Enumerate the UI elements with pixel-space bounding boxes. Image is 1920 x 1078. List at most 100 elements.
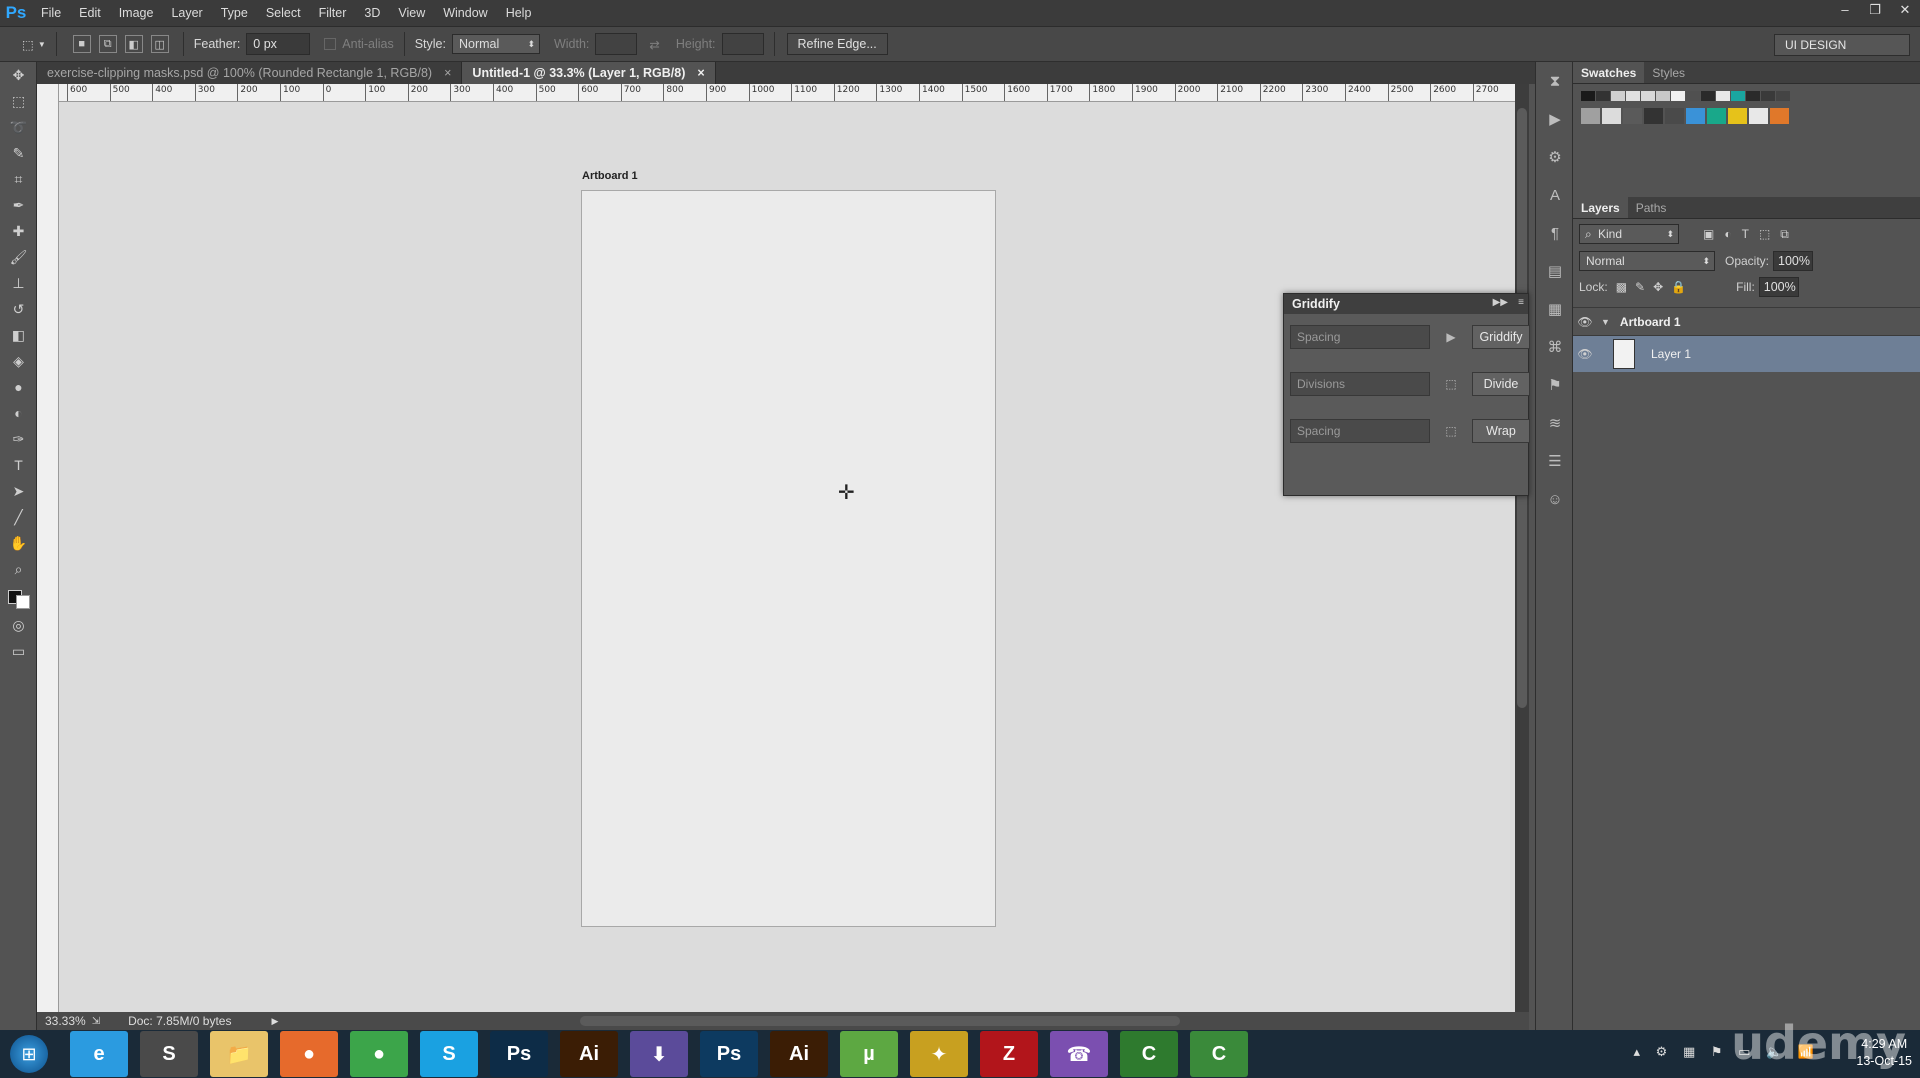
filter-type-icon[interactable]: T [1742,227,1749,241]
tab-exercise-clipping-masks[interactable]: exercise-clipping masks.psd @ 100% (Roun… [37,62,463,84]
subtract-selection-icon[interactable]: ◧ [124,35,143,53]
paint-bucket-icon[interactable]: ◈ [0,348,37,374]
color-swatch[interactable] [1581,91,1595,101]
marquee-tool-preset[interactable]: ⬚ ▼ [22,37,46,52]
color-swatch[interactable] [1761,91,1775,101]
color-swatch[interactable] [1671,91,1685,101]
actions-icon[interactable]: ▶ [1536,100,1574,138]
artboard[interactable] [581,190,996,927]
wrap-spacing-input[interactable]: Spacing [1290,419,1430,443]
wrap-button[interactable]: Wrap [1472,419,1530,443]
color-swatch[interactable] [1644,108,1663,124]
lock-transparency-icon[interactable]: ▩ [1616,280,1627,294]
divide-button[interactable]: Divide [1472,372,1530,396]
taskbar-app-file-explorer[interactable]: 📁 [210,1031,268,1077]
divisions-input[interactable]: Divisions [1290,372,1430,396]
griddify-button[interactable]: Griddify [1472,325,1530,349]
taskbar-app-download[interactable]: ⬇ [630,1031,688,1077]
zoom-level[interactable]: 33.33% [45,1014,86,1028]
blend-mode-select[interactable]: Normal [1579,251,1715,271]
visibility-eye-icon[interactable]: 👁 [1573,347,1597,361]
antialias-checkbox[interactable] [324,38,337,50]
taskbar-app-illustrator-2[interactable]: Ai [770,1031,828,1077]
filter-smart-object-icon[interactable]: ⧉ [1780,227,1789,242]
menu-image[interactable]: Image [110,0,163,27]
tab-styles[interactable]: Styles [1644,62,1693,83]
color-swatch[interactable] [1656,91,1670,101]
filter-adjustment-icon[interactable]: ◐ [1724,227,1731,241]
minimize-icon[interactable]: – [1830,0,1860,20]
taskbar-app-photoshop-active[interactable]: Ps [700,1031,758,1077]
filter-shape-icon[interactable]: ⬚ [1759,227,1770,241]
panel-menu-icon[interactable]: ≡ [1518,297,1524,308]
pen-tool-icon[interactable]: ✑ [0,426,37,452]
tab-swatches[interactable]: Swatches [1573,62,1645,83]
dodge-tool-icon[interactable]: ◐ [0,400,37,426]
marquee-tool-icon[interactable]: ⬚ [0,88,37,114]
color-swatch[interactable] [1596,91,1610,101]
layer-filter-select[interactable]: ⌕ Kind [1579,224,1679,244]
menu-window[interactable]: Window [434,0,496,27]
move-tool-icon[interactable]: ✥ [0,62,37,88]
zoom-tool-icon[interactable]: ⌕ [0,556,37,582]
layer-row-layer1[interactable]: 👁 Layer 1 [1573,336,1920,372]
griddify-extension-icon[interactable]: ▦ [1536,290,1574,328]
wrap-toggle-icon[interactable]: ⬚ [1440,420,1462,442]
opacity-input[interactable]: 100% [1773,251,1814,271]
brush-tool-icon[interactable]: 🖌 [0,244,37,270]
horizontal-scrollbar[interactable] [580,1016,1180,1026]
history-brush-icon[interactable]: ↺ [0,296,37,322]
stack-icon[interactable]: ☰ [1536,442,1574,480]
menu-layer[interactable]: Layer [162,0,211,27]
tab-layers[interactable]: Layers [1573,197,1628,218]
taskbar-app-camtasia[interactable]: C [1120,1031,1178,1077]
taskbar-app-firefox[interactable]: ● [280,1031,338,1077]
menu-view[interactable]: View [389,0,434,27]
swap-icon[interactable]: ⇄ [649,37,659,52]
color-swatch[interactable] [1776,91,1790,101]
new-selection-icon[interactable]: ■ [72,35,91,53]
color-swatch[interactable] [1707,108,1726,124]
eyedropper-tool-icon[interactable]: ✒ [0,192,37,218]
tab-untitled-1[interactable]: Untitled-1 @ 33.3% (Layer 1, RGB/8) × [462,62,716,84]
color-swatch[interactable] [1746,91,1760,101]
color-swatch[interactable] [1602,108,1621,124]
quick-select-tool-icon[interactable]: ✎ [0,140,37,166]
intersect-selection-icon[interactable]: ◫ [150,35,169,53]
color-swatch[interactable] [1716,91,1730,101]
taskbar-app-utorrent[interactable]: µ [840,1031,898,1077]
tab-paths[interactable]: Paths [1628,197,1675,218]
flag-icon[interactable]: ⚑ [1536,366,1574,404]
character-icon[interactable]: A [1536,176,1574,214]
griddify-spacing-input[interactable]: Spacing [1290,325,1430,349]
export-icon[interactable]: ⇲ [92,1016,100,1027]
line-tool-icon[interactable]: ╱ [0,504,37,530]
lock-position-icon[interactable]: ✥ [1653,280,1663,294]
taskbar-app-chrome[interactable]: ● [350,1031,408,1077]
close-icon[interactable]: × [697,62,704,84]
history-icon[interactable]: ⧗ [1536,62,1574,100]
divide-toggle-icon[interactable]: ⬚ [1440,373,1462,395]
menu-filter[interactable]: Filter [310,0,356,27]
expand-triangle-icon[interactable]: ▼ [1601,317,1610,327]
vertical-scrollbar[interactable] [1515,84,1529,1012]
taskbar-app-photoshop[interactable]: Ps [490,1031,548,1077]
type-tool-icon[interactable]: T [0,452,37,478]
menu-file[interactable]: File [32,0,70,27]
restore-icon[interactable]: ❐ [1860,0,1890,20]
visibility-eye-icon[interactable]: 👁 [1573,315,1597,329]
close-icon[interactable]: ✕ [1890,0,1920,20]
taskbar-app-camtasia-2[interactable]: C [1190,1031,1248,1077]
libraries-icon[interactable]: ▤ [1536,252,1574,290]
color-swatch[interactable] [1728,108,1747,124]
paragraph-icon[interactable]: ¶ [1536,214,1574,252]
menu-select[interactable]: Select [257,0,310,27]
taskbar-app-internet-explorer[interactable]: e [70,1031,128,1077]
add-selection-icon[interactable]: ⧉ [98,35,117,53]
width-input[interactable] [595,33,638,55]
height-input[interactable] [721,33,764,55]
blur-tool-icon[interactable]: ● [0,374,37,400]
lasso-tool-icon[interactable]: ➰ [0,114,37,140]
taskbar-app-app[interactable]: ✦ [910,1031,968,1077]
workspace-select[interactable]: UI DESIGN [1774,34,1910,56]
